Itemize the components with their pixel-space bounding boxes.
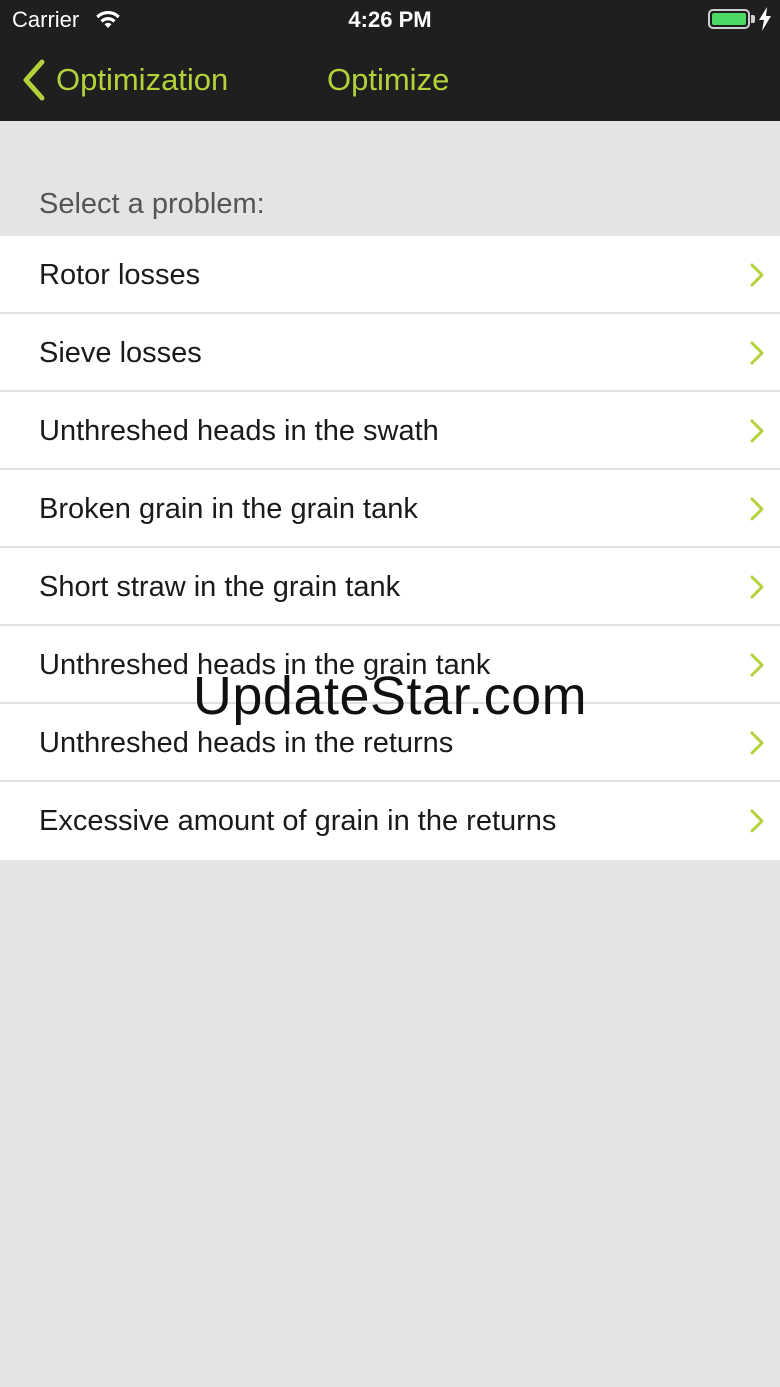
battery-icon [708,9,750,29]
problem-item-unthreshed-grain-tank[interactable]: Unthreshed heads in the grain tank [0,626,780,704]
chevron-right-icon [750,575,764,599]
problem-list: Rotor losses Sieve losses Unthreshed hea… [0,236,780,860]
problem-item-label: Unthreshed heads in the returns [39,726,454,759]
chevron-right-icon [750,341,764,365]
problem-item-short-straw[interactable]: Short straw in the grain tank [0,548,780,626]
chevron-right-icon [750,419,764,443]
problem-item-label: Excessive amount of grain in the returns [39,804,557,837]
problem-item-excessive-grain-returns[interactable]: Excessive amount of grain in the returns [0,782,780,860]
chevron-right-icon [750,263,764,287]
problem-item-label: Unthreshed heads in the swath [39,414,439,447]
back-button[interactable]: Optimization [20,52,228,108]
problem-item-label: Broken grain in the grain tank [39,492,418,525]
battery-level [712,13,746,25]
problem-item-label: Short straw in the grain tank [39,570,401,603]
clock: 4:26 PM [348,7,432,32]
problem-item-label: Rotor losses [39,258,201,291]
section-header: Select a problem: [39,188,265,220]
problem-item-unthreshed-returns[interactable]: Unthreshed heads in the returns [0,704,780,782]
problem-item-label: Unthreshed heads in the grain tank [39,648,491,681]
status-bar: Carrier 4:26 PM [0,0,780,40]
problem-item-rotor-losses[interactable]: Rotor losses [0,236,780,314]
battery-tip [751,15,755,23]
back-button-label: Optimization [56,62,229,97]
chevron-right-icon [750,809,764,833]
navigation-bar: Optimization Optimize [0,40,780,121]
chevron-right-icon [750,497,764,521]
chevron-left-icon [23,59,45,101]
problem-item-sieve-losses[interactable]: Sieve losses [0,314,780,392]
chevron-right-icon [750,653,764,677]
chevron-right-icon [750,731,764,755]
problem-item-label: Sieve losses [39,336,202,369]
problem-item-broken-grain[interactable]: Broken grain in the grain tank [0,470,780,548]
bolt-icon [759,7,771,31]
problem-item-unthreshed-swath[interactable]: Unthreshed heads in the swath [0,392,780,470]
page-title: Optimize [327,62,450,97]
top-bar: Carrier 4:26 PM Optimization Optimize [0,0,780,121]
